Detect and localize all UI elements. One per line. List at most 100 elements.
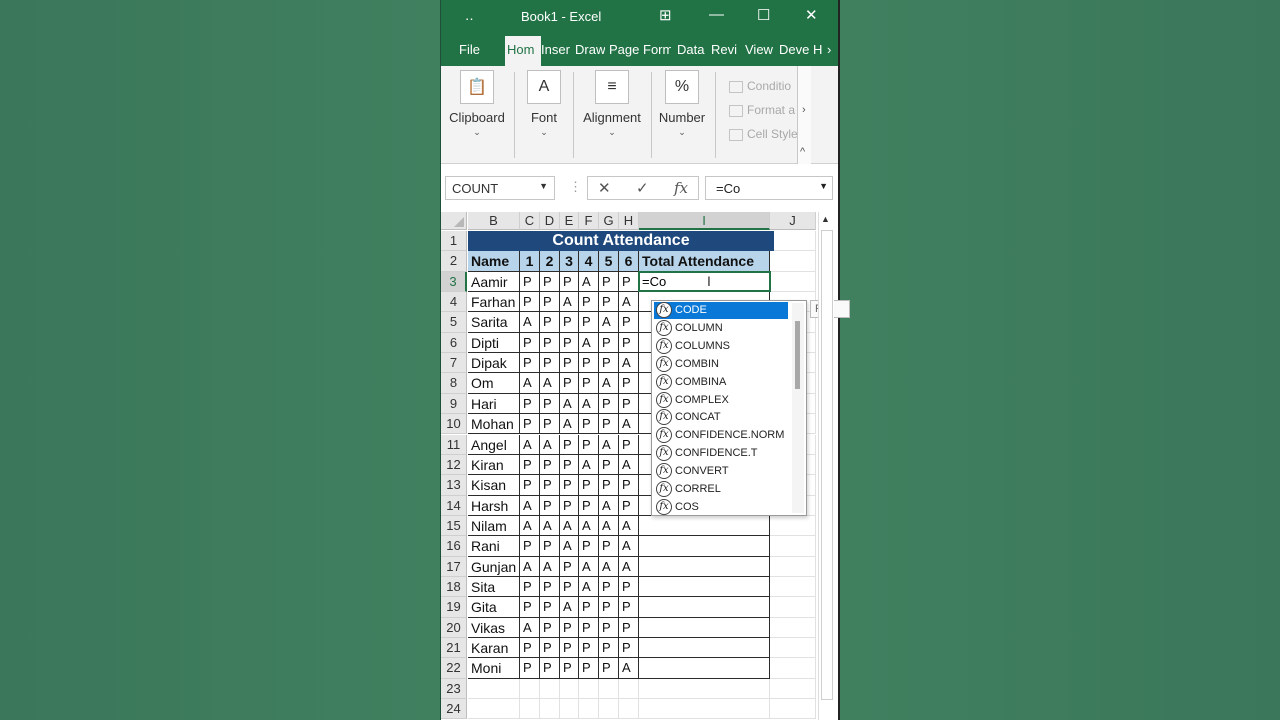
attendance-cell[interactable]: P — [540, 454, 560, 476]
attendance-cell[interactable]: A — [520, 495, 540, 516]
attendance-cell[interactable]: A — [579, 271, 599, 293]
attendance-cell[interactable]: P — [599, 638, 619, 659]
attendance-cell[interactable]: P — [599, 454, 619, 476]
maximize-icon[interactable]: ☐ — [757, 6, 770, 24]
name-cell[interactable]: Karan — [468, 638, 520, 659]
name-cell[interactable]: Om — [468, 373, 520, 394]
attendance-cell[interactable]: P — [619, 332, 639, 354]
enter-icon[interactable]: ✓ — [636, 179, 649, 197]
autocomplete-item-confidence-norm[interactable]: fx CONFIDENCE.NORM — [654, 427, 788, 444]
empty-cell[interactable] — [560, 678, 579, 700]
attendance-cell[interactable]: A — [619, 292, 639, 313]
name-cell[interactable]: Nilam — [468, 515, 520, 537]
name-cell[interactable]: Rani — [468, 536, 520, 557]
attendance-cell[interactable]: P — [540, 353, 560, 374]
attendance-cell[interactable]: P — [599, 536, 619, 557]
ribbon-more-icon[interactable]: › — [802, 104, 806, 116]
attendance-cell[interactable]: P — [520, 414, 540, 435]
attendance-cell[interactable]: P — [520, 658, 540, 679]
autocomplete-item-convert[interactable]: fx CONVERT — [654, 463, 788, 480]
style-command[interactable]: Conditio — [729, 74, 798, 98]
attendance-cell[interactable]: A — [619, 353, 639, 374]
attendance-cell[interactable]: P — [619, 373, 639, 394]
attendance-cell[interactable]: P — [599, 292, 619, 313]
name-cell[interactable]: Mohan — [468, 414, 520, 435]
attendance-cell[interactable]: A — [619, 536, 639, 557]
attendance-cell[interactable]: P — [619, 638, 639, 659]
column-header-e[interactable]: E — [560, 212, 579, 230]
name-cell[interactable]: Vikas — [468, 617, 520, 638]
empty-cell[interactable] — [770, 638, 816, 659]
name-cell[interactable]: Sita — [468, 576, 520, 598]
autocomplete-item-confidence-t[interactable]: fx CONFIDENCE.T — [654, 445, 788, 462]
attendance-cell[interactable]: A — [599, 556, 619, 577]
row-header-24[interactable]: 24 — [441, 699, 467, 720]
column-header-c[interactable]: C — [520, 212, 540, 230]
attendance-cell[interactable]: A — [520, 434, 540, 455]
attendance-cell[interactable]: P — [540, 576, 560, 598]
column-header-h[interactable]: H — [619, 212, 639, 230]
name-cell[interactable]: Harsh — [468, 495, 520, 516]
collapse-ribbon-icon[interactable]: ^ — [800, 146, 805, 158]
empty-cell[interactable] — [560, 699, 579, 720]
attendance-cell[interactable]: A — [599, 373, 619, 394]
attendance-cell[interactable]: P — [579, 495, 599, 516]
chevron-down-icon[interactable]: ▼ — [539, 181, 548, 191]
empty-cell[interactable] — [770, 678, 816, 700]
autocomplete-item-cos[interactable]: fx COS — [654, 498, 788, 516]
attendance-cell[interactable]: A — [619, 556, 639, 577]
attendance-cell[interactable]: P — [560, 434, 579, 455]
autocomplete-item-combina[interactable]: fx COMBINA — [654, 373, 788, 391]
attendance-cell[interactable]: P — [540, 638, 560, 659]
empty-cell[interactable] — [619, 678, 639, 700]
attendance-cell[interactable]: A — [579, 332, 599, 354]
total-attendance-cell[interactable] — [639, 597, 770, 618]
empty-cell[interactable] — [579, 699, 599, 720]
attendance-cell[interactable]: P — [560, 353, 579, 374]
row-header-21[interactable]: 21 — [441, 638, 467, 659]
total-attendance-cell[interactable] — [639, 658, 770, 679]
attendance-cell[interactable]: P — [560, 638, 579, 659]
total-attendance-cell[interactable] — [639, 556, 770, 577]
column-header-b[interactable]: B — [468, 212, 520, 230]
autocomplete-item-columns[interactable]: fx COLUMNS — [654, 337, 788, 355]
row-header-18[interactable]: 18 — [441, 576, 467, 598]
attendance-cell[interactable]: A — [619, 658, 639, 679]
empty-cell[interactable] — [770, 617, 816, 638]
empty-cell[interactable] — [520, 678, 540, 700]
insert-function-icon[interactable]: fx — [674, 179, 688, 197]
attendance-cell[interactable]: A — [579, 393, 599, 415]
row-header-5[interactable]: 5 — [441, 312, 467, 333]
attendance-cell[interactable]: P — [579, 414, 599, 435]
row-header-6[interactable]: 6 — [441, 332, 467, 354]
attendance-cell[interactable]: A — [619, 414, 639, 435]
column-header-f[interactable]: F — [579, 212, 599, 230]
row-header-14[interactable]: 14 — [441, 495, 467, 516]
attendance-cell[interactable]: P — [540, 271, 560, 293]
attendance-cell[interactable]: P — [619, 393, 639, 415]
attendance-cell[interactable]: P — [560, 312, 579, 333]
attendance-cell[interactable]: P — [599, 617, 619, 638]
attendance-cell[interactable]: P — [599, 475, 619, 496]
attendance-cell[interactable]: A — [619, 515, 639, 537]
autocomplete-item-concat[interactable]: fx CONCAT — [654, 409, 788, 426]
attendance-cell[interactable]: P — [599, 271, 619, 293]
ribbon-group-clipboard[interactable]: 📋 Clipboard ⌄ — [447, 70, 507, 138]
empty-cell[interactable] — [770, 251, 816, 272]
attendance-cell[interactable]: P — [579, 597, 599, 618]
total-attendance-cell[interactable] — [639, 576, 770, 598]
tab-file[interactable]: File — [459, 42, 489, 57]
name-cell[interactable]: Moni — [468, 658, 520, 679]
empty-cell[interactable] — [770, 271, 816, 293]
attendance-cell[interactable]: P — [560, 495, 579, 516]
attendance-cell[interactable]: A — [560, 597, 579, 618]
row-header-2[interactable]: 2 — [441, 251, 467, 272]
attendance-cell[interactable]: P — [619, 617, 639, 638]
attendance-cell[interactable]: A — [599, 515, 619, 537]
vertical-scrollbar[interactable]: ▲ — [818, 212, 834, 720]
attendance-cell[interactable]: P — [599, 414, 619, 435]
tabs-more-icon[interactable]: › — [827, 42, 831, 57]
ribbon-group-number[interactable]: % Number ⌄ — [657, 70, 707, 138]
attendance-cell[interactable]: P — [540, 495, 560, 516]
attendance-cell[interactable]: P — [540, 393, 560, 415]
